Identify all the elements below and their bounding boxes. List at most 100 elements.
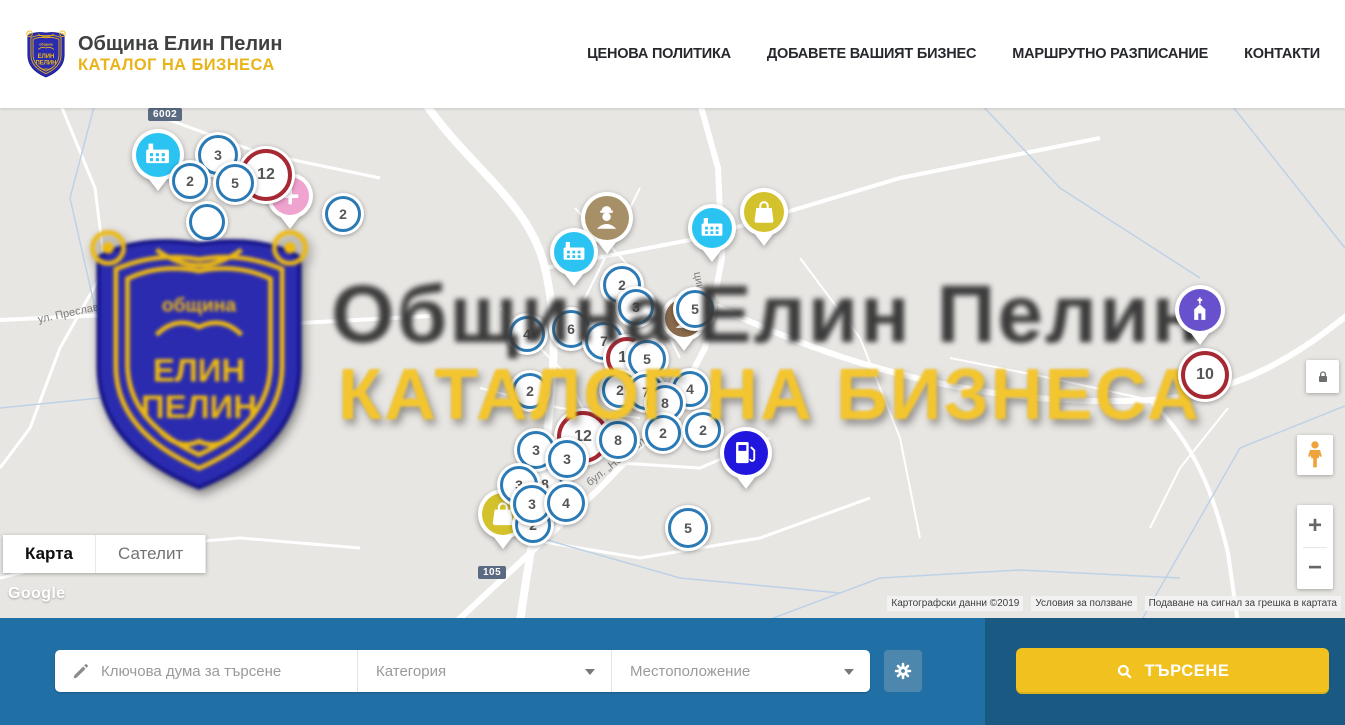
cluster-count: 3	[214, 147, 222, 163]
factory-pin[interactable]	[688, 204, 736, 252]
attribution-link[interactable]: Подаване на сигнал за грешка в картата	[1145, 596, 1341, 611]
cluster-marker[interactable]	[186, 201, 228, 243]
nav-item[interactable]: МАРШРУТНО РАЗПИСАНИЕ	[1012, 46, 1208, 62]
lock-button[interactable]	[1306, 360, 1339, 393]
cluster-count: 2	[616, 382, 624, 398]
cluster-marker[interactable]: 2	[169, 160, 211, 202]
factory-pin[interactable]	[550, 228, 598, 276]
cluster-ring	[189, 204, 225, 240]
cluster-marker[interactable]: 3	[545, 437, 589, 481]
street-label: ул. Преслав	[37, 301, 100, 326]
keyword-input[interactable]	[99, 662, 357, 681]
site-subtitle: КАТАЛОГ НА БИЗНЕСА	[78, 56, 282, 75]
svg-text:община: община	[39, 42, 53, 46]
nav-item[interactable]: ДОБАВЕТЕ ВАШИЯТ БИЗНЕС	[767, 46, 976, 62]
cluster-count: 8	[661, 395, 669, 411]
header-logo: община ЕЛИНПЕЛИН	[25, 26, 67, 82]
cluster-marker[interactable]: 2	[322, 193, 364, 235]
cluster-count: 3	[532, 442, 540, 458]
cluster-marker[interactable]: 5	[673, 287, 717, 331]
cluster-marker[interactable]: 4	[506, 313, 548, 355]
site-title-block: Община Елин Пелин КАТАЛОГ НА БИЗНЕСА	[78, 33, 282, 75]
map-type-satellite-button[interactable]: Сателит	[96, 535, 206, 573]
cluster-marker[interactable]: 2	[642, 412, 684, 454]
cluster-count: 6	[567, 321, 575, 337]
cluster-count: 3	[563, 451, 571, 467]
nav-item[interactable]: ЦЕНОВА ПОЛИТИКА	[587, 46, 731, 62]
map-attribution: Картографски данни ©2019 Условия за ползв…	[887, 596, 1341, 611]
main-nav: ЦЕНОВА ПОЛИТИКА ДОБАВЕТЕ ВАШИЯТ БИЗНЕС МАР…	[587, 46, 1320, 62]
google-logo[interactable]: Google	[8, 585, 66, 603]
cluster-count: 2	[339, 206, 347, 222]
fuel-pin[interactable]	[720, 427, 772, 479]
search-button[interactable]: ТЪРСЕНЕ	[1016, 648, 1329, 694]
cluster-count: 4	[686, 381, 694, 397]
cluster-count: 8	[614, 432, 622, 448]
zoom-control: + −	[1297, 505, 1333, 589]
cluster-count: 5	[643, 351, 651, 367]
attribution-text: Картографски данни ©2019	[887, 596, 1023, 611]
cluster-count: 3	[632, 299, 640, 315]
cluster-marker[interactable]: 2	[682, 409, 724, 451]
attribution-link[interactable]: Условия за ползване	[1031, 596, 1136, 611]
cluster-marker[interactable]: 5	[665, 505, 711, 551]
zoom-out-button[interactable]: −	[1297, 548, 1333, 590]
svg-text:ПЕЛИН: ПЕЛИН	[36, 61, 57, 67]
road-badge: 105	[478, 566, 506, 579]
shopping-bag-icon	[744, 192, 784, 232]
cluster-count: 5	[691, 301, 699, 317]
factory-icon	[692, 208, 732, 248]
location-value: Местоположение	[630, 663, 750, 680]
fuel-icon	[724, 431, 768, 475]
cluster-marker[interactable]: 10	[1178, 348, 1232, 402]
search-bar-right: ТЪРСЕНЕ	[985, 618, 1345, 725]
church-pin[interactable]	[1175, 285, 1225, 335]
advanced-settings-button[interactable]	[884, 650, 922, 692]
site-title: Община Елин Пелин	[78, 33, 282, 56]
cluster-marker[interactable]: 8	[596, 418, 640, 462]
cluster-count: 4	[562, 495, 570, 511]
location-select[interactable]: Местоположение	[612, 650, 870, 692]
svg-text:ЕЛИН: ЕЛИН	[38, 54, 55, 60]
header: община ЕЛИНПЕЛИН Община Елин Пелин КАТАЛО…	[0, 0, 1345, 108]
search-group: Категория Местоположение	[55, 650, 870, 692]
shopping-bag-pin[interactable]	[740, 188, 788, 236]
lock-icon	[1315, 369, 1331, 385]
zoom-in-button[interactable]: +	[1297, 505, 1333, 547]
cluster-count: 12	[257, 166, 275, 184]
keyword-field-wrap	[55, 650, 358, 692]
pegman-button[interactable]	[1297, 435, 1333, 475]
cluster-count: 10	[1196, 366, 1214, 384]
factory-icon	[554, 232, 594, 272]
church-icon	[1179, 289, 1221, 331]
cluster-marker[interactable]: 3	[615, 286, 657, 328]
cluster-count: 5	[231, 175, 239, 191]
search-bar: Категория Местоположение	[0, 618, 1345, 725]
nav-item[interactable]: КОНТАКТИ	[1244, 46, 1320, 62]
chevron-down-icon	[844, 669, 854, 675]
cluster-count: 2	[659, 425, 667, 441]
category-select[interactable]: Категория	[358, 650, 612, 692]
cluster-marker[interactable]: 5	[213, 161, 257, 205]
cluster-marker[interactable]: 2	[509, 370, 551, 412]
cluster-count: 2	[699, 422, 707, 438]
map-canvas[interactable]: 6002105ул. Преславбул. „Новоселци"ции" 3…	[0, 108, 1345, 618]
cluster-count: 2	[526, 383, 534, 399]
search-bar-left: Категория Местоположение	[0, 618, 985, 725]
cluster-count: 2	[186, 173, 194, 189]
category-value: Категория	[376, 663, 446, 680]
search-button-label: ТЪРСЕНЕ	[1144, 662, 1229, 681]
cluster-count: 3	[528, 496, 536, 512]
cluster-marker[interactable]: 4	[544, 481, 588, 525]
map-type-map-button[interactable]: Карта	[3, 535, 96, 573]
chevron-down-icon	[585, 669, 595, 675]
cluster-count: 4	[523, 326, 531, 342]
worker-icon	[585, 196, 629, 240]
pencil-icon	[71, 661, 91, 681]
map-type-control: Карта Сателит	[3, 535, 206, 573]
road-badge: 6002	[148, 108, 182, 121]
cluster-count: 5	[684, 520, 692, 536]
pegman-icon	[1304, 440, 1326, 470]
search-icon	[1115, 662, 1134, 681]
gear-icon	[892, 660, 914, 682]
